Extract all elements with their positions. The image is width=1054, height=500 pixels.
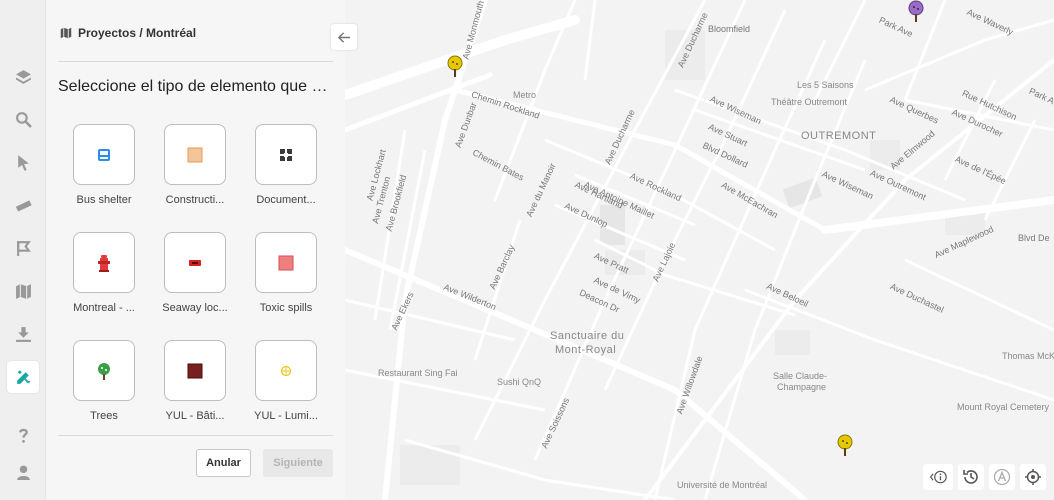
tree-marker[interactable]: [836, 434, 854, 456]
auto-icon: [993, 468, 1011, 486]
map-label: OUTREMONT: [801, 130, 877, 142]
map-label: Mount Royal Cemetery: [957, 402, 1050, 412]
tile-yul-building[interactable]: YUL - Bâti...: [154, 340, 236, 422]
tile-trees[interactable]: Trees: [63, 340, 145, 422]
tile-construction[interactable]: Constructi...: [154, 124, 236, 206]
tile-label: Seaway loc...: [162, 302, 228, 314]
collapse-panel-button[interactable]: [331, 24, 357, 50]
tree-marker-icon: [908, 0, 924, 22]
tile-box[interactable]: [164, 232, 226, 293]
map-label: Sushi QnQ: [497, 377, 542, 387]
layers-button[interactable]: [7, 61, 39, 93]
divider: [58, 435, 333, 436]
tile-box[interactable]: [164, 124, 226, 185]
map-controls: [918, 464, 1046, 490]
measure-button[interactable]: [7, 189, 39, 221]
building-icon: [187, 363, 203, 378]
map-label: Théâtre Outremont: [771, 97, 848, 107]
tile-yul-light[interactable]: YUL - Lumi...: [245, 340, 327, 422]
help-icon: [18, 428, 28, 443]
map-label: Thomas McKa: [1002, 351, 1054, 361]
history-icon: [963, 470, 978, 484]
map-label: Bloomfield: [708, 24, 751, 34]
tree-icon: [98, 362, 110, 380]
locate-button[interactable]: [1020, 464, 1046, 490]
tile-label: YUL - Lumi...: [254, 410, 318, 422]
map-icon: [60, 27, 72, 39]
maps-button[interactable]: [7, 275, 39, 307]
map-label: Les 5 Saisons: [797, 80, 854, 90]
tile-bus-shelter[interactable]: Bus shelter: [63, 124, 145, 206]
layers-icon: [15, 69, 31, 84]
panel-heading: Seleccione el tipo de elemento que des..…: [58, 78, 336, 95]
tile-label: Montreal - ...: [73, 302, 135, 314]
info-button[interactable]: [923, 464, 953, 490]
tile-seaway-lock[interactable]: Seaway loc...: [154, 232, 236, 314]
next-button[interactable]: Siguiente: [263, 449, 333, 477]
tree-marker[interactable]: [907, 0, 925, 22]
edit-tools-icon: [16, 370, 30, 384]
tile-toxic-spills[interactable]: Toxic spills: [245, 232, 327, 314]
tile-document[interactable]: Document...: [245, 124, 327, 206]
document-icon: [280, 148, 292, 161]
flag-button[interactable]: [7, 232, 39, 264]
map-canvas[interactable]: Bloomfield Les 5 Saisons Théâtre Outremo…: [345, 0, 1054, 500]
map-label: Salle Claude-: [773, 371, 828, 381]
tile-fire-hydrant[interactable]: Montreal - ...: [63, 232, 145, 314]
search-icon: [15, 111, 32, 128]
tile-box[interactable]: [255, 124, 317, 185]
construction-icon: [187, 147, 203, 162]
user-button[interactable]: [7, 456, 39, 488]
tile-box[interactable]: [255, 232, 317, 293]
cancel-button[interactable]: Anular: [196, 449, 251, 477]
auto-button[interactable]: [989, 464, 1015, 490]
toxic-spill-icon: [278, 255, 294, 270]
locate-icon: [1025, 469, 1041, 485]
tile-box[interactable]: [164, 340, 226, 401]
help-button[interactable]: [7, 419, 39, 451]
tile-box[interactable]: [73, 232, 135, 293]
map-label: Université de Montréal: [677, 480, 768, 490]
divider: [58, 61, 333, 62]
fire-hydrant-icon: [98, 254, 110, 272]
map-label: Sanctuaire du: [550, 330, 625, 342]
tile-box[interactable]: [255, 340, 317, 401]
breadcrumb-label: Proyectos / Montréal: [78, 26, 197, 40]
tile-label: YUL - Bâti...: [165, 410, 225, 422]
tile-label: Bus shelter: [76, 194, 132, 206]
map-label: Mont-Royal: [555, 344, 617, 356]
tile-label: Toxic spills: [259, 302, 313, 314]
select-pointer-icon: [17, 154, 29, 171]
download-icon: [15, 326, 31, 342]
map-label: Champagne: [777, 382, 827, 392]
tile-label: Constructi...: [165, 194, 225, 206]
tree-marker-icon: [837, 434, 853, 456]
flag-icon: [16, 240, 31, 256]
download-button[interactable]: [7, 318, 39, 350]
map-label: Blvd De: [1018, 233, 1050, 243]
seaway-lock-icon: [189, 259, 201, 266]
ruler-icon: [15, 199, 32, 212]
tile-box[interactable]: [73, 340, 135, 401]
edit-tools-button[interactable]: [7, 361, 39, 393]
tree-marker[interactable]: [446, 55, 464, 77]
tile-box[interactable]: [73, 124, 135, 185]
map-icon: [15, 283, 31, 299]
search-button[interactable]: [7, 103, 39, 135]
breadcrumb[interactable]: Proyectos / Montréal: [60, 26, 196, 40]
bus-shelter-icon: [98, 148, 110, 161]
tile-label: Document...: [256, 194, 316, 206]
user-icon: [16, 465, 30, 480]
history-button[interactable]: [958, 464, 984, 490]
tile-label: Trees: [90, 410, 118, 422]
select-button[interactable]: [7, 146, 39, 178]
map-label: Metro: [513, 90, 537, 100]
arrow-left-icon: [337, 31, 350, 43]
element-type-panel: Proyectos / Montréal Seleccione el tipo …: [46, 0, 345, 500]
map-label: Restaurant Sing Fai: [378, 368, 458, 378]
tree-marker-icon: [447, 55, 463, 77]
tool-rail: [0, 0, 46, 500]
info-icon: [929, 470, 947, 484]
light-icon: [280, 365, 292, 376]
